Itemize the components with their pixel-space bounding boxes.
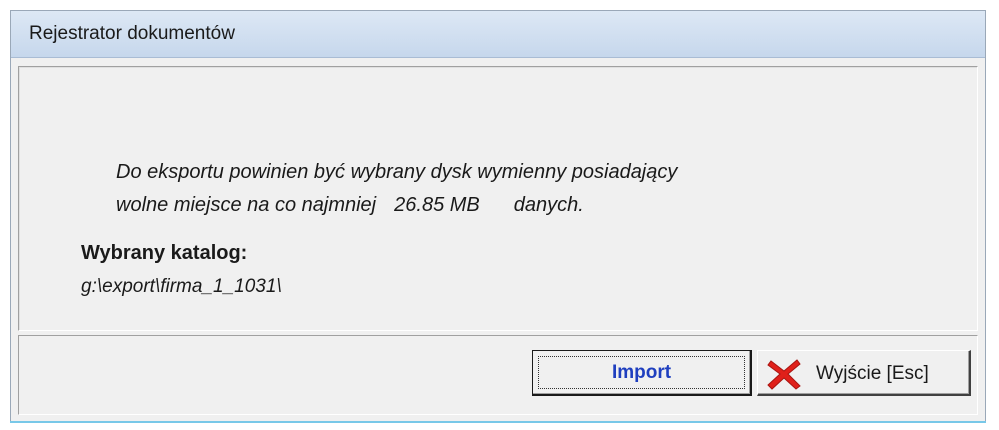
exit-button-label: Wyjście [Esc]	[816, 363, 929, 384]
message-line-2-suffix: danych.	[513, 194, 584, 216]
button-panel: Import Wyjście [Esc]	[18, 335, 978, 415]
message-line-1: Do eksportu powinien być wybrany dysk wy…	[116, 161, 678, 183]
import-button-label: Import	[611, 362, 672, 383]
selected-directory-path: g:\export\firma_1_1031\	[81, 276, 282, 297]
close-x-icon	[767, 359, 801, 390]
title-bar[interactable]: Rejestrator dokumentów	[11, 11, 985, 58]
message-line-2: wolne miejsce na co najmniej 26.85 MB dany…	[116, 194, 584, 217]
exit-button[interactable]: Wyjście [Esc]	[757, 350, 971, 396]
window-bottom-edge	[10, 421, 986, 423]
selected-directory-label: Wybrany katalog:	[81, 242, 248, 264]
message-panel: Do eksportu powinien być wybrany dysk wy…	[18, 66, 978, 331]
dialog-window: Rejestrator dokumentów Do eksportu powin…	[10, 10, 986, 422]
required-size: 26.85 MB	[394, 194, 480, 216]
window-title: Rejestrator dokumentów	[29, 23, 235, 44]
import-button[interactable]: Import	[532, 350, 752, 396]
message-line-2-prefix: wolne miejsce na co najmniej	[116, 194, 377, 216]
